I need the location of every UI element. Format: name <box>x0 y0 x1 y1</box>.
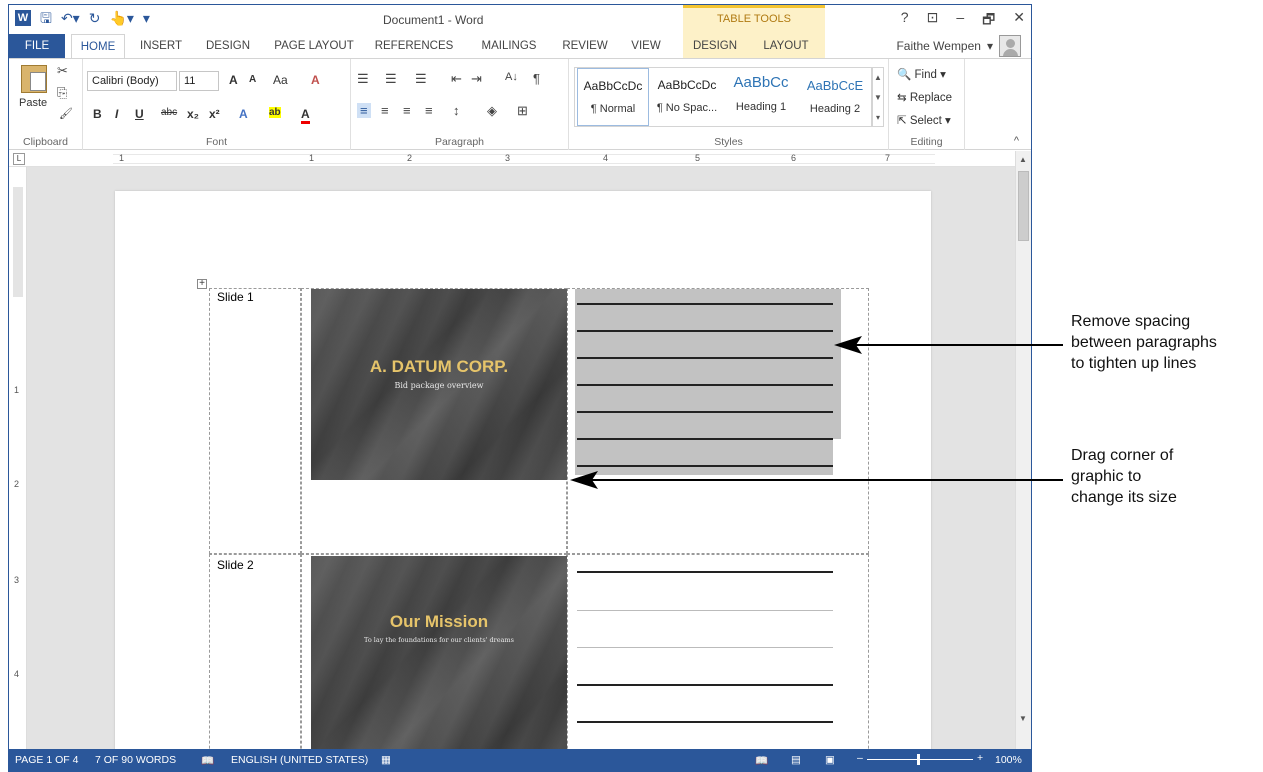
annotation-line: to tighten up lines <box>1071 355 1197 372</box>
annotation-line: change its size <box>1071 489 1177 506</box>
annotation-line: Remove spacing <box>1071 313 1191 330</box>
annotation-arrows <box>570 336 1063 489</box>
annotation-drag-corner: Drag corner of graphic to change its siz… <box>1071 445 1177 508</box>
annotation-line: Drag corner of <box>1071 447 1174 464</box>
annotation-line: graphic to <box>1071 468 1142 485</box>
annotation-line: between paragraphs <box>1071 334 1217 351</box>
annotation-remove-spacing: Remove spacing between paragraphs to tig… <box>1071 311 1217 374</box>
